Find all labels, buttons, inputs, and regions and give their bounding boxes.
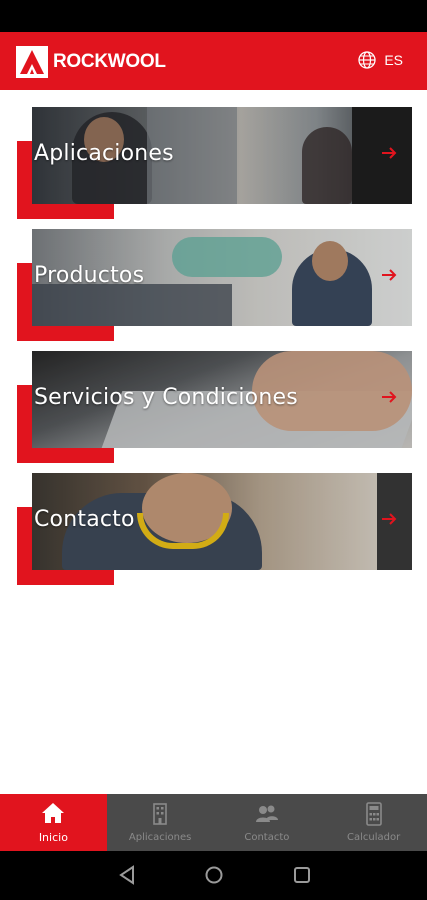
nav-aplicaciones[interactable]: Aplicaciones [107,794,214,851]
language-selector[interactable]: ES [358,51,403,69]
rockwool-logo: ROCKWOOL [16,46,166,78]
nav-calculador[interactable]: Calculador [320,794,427,851]
card-label: Aplicaciones [34,141,174,166]
card-servicios-y-condiciones[interactable]: Servicios y Condiciones [17,351,412,463]
card-contacto[interactable]: Contacto [17,473,412,585]
home-icon [42,803,65,823]
arrow-right-icon [382,147,397,159]
status-bar [0,0,427,32]
nav-contacto[interactable]: Contacto [214,794,321,851]
nav-label: Contacto [244,832,290,843]
app-header: ROCKWOOL ES [0,32,427,90]
card-label: Productos [34,263,145,288]
bottom-navigation: Inicio Aplicaciones Contacto Calculador [0,794,427,851]
home-circle-icon[interactable] [204,865,224,885]
arrow-right-icon [382,269,397,281]
nav-inicio[interactable]: Inicio [0,794,107,851]
nav-label: Aplicaciones [128,832,192,843]
brand-name: ROCKWOOL [53,51,166,72]
building-icon [153,803,167,825]
nav-label: Inicio [38,831,68,844]
rockwool-logo-mark-icon [16,46,48,78]
recents-icon[interactable] [293,865,311,885]
card-productos[interactable]: Productos [17,229,412,341]
globe-icon [358,51,376,69]
back-icon[interactable] [118,865,136,885]
calculator-icon [365,802,382,826]
card-label: Servicios y Condiciones [34,385,298,410]
language-label: ES [384,52,403,68]
arrow-right-icon [382,513,397,525]
card-aplicaciones[interactable]: Aplicaciones [17,107,412,219]
android-navigation-bar [0,851,427,900]
card-label: Contacto [34,507,135,532]
nav-label: Calculador [347,832,401,843]
contacts-icon [255,805,278,822]
arrow-right-icon [382,391,397,403]
